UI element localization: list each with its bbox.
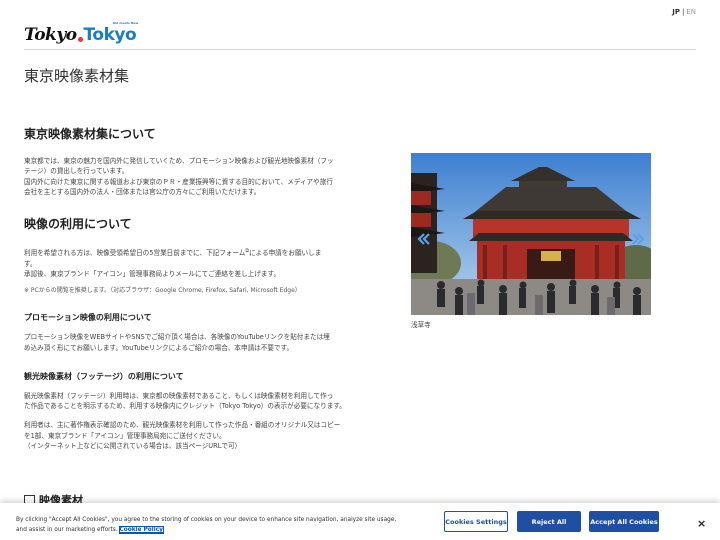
- slide-prev-icon[interactable]: [416, 232, 430, 246]
- usage-text: 利用を希望される方は、映像受領希望日の5営業日前までに、下記フォーム⧉による申請…: [24, 248, 322, 278]
- site-header: Tokyo Tokyo Old meets New JP | EN: [24, 0, 696, 50]
- logo-word-2-text: Tokyo: [83, 25, 137, 45]
- tokyo-tokyo-logo[interactable]: Tokyo Tokyo Old meets New: [24, 22, 139, 45]
- language-switcher: JP | EN: [672, 8, 696, 16]
- logo-tagline: Old meets New: [112, 21, 139, 25]
- browser-note: ※ PCからの閲覧を推奨します。（対応ブラウザ：Google Chrome, F…: [24, 287, 301, 295]
- footage-text-1: 観光映像素材（フッテージ）利用時は、東京都の映像素材であること、もしくは映像素材…: [24, 391, 346, 411]
- logo-dot: [77, 37, 83, 42]
- cookie-settings-button[interactable]: Cookies Settings: [444, 511, 508, 532]
- logo-word-2: Tokyo Old meets New: [83, 22, 139, 45]
- lang-jp-link[interactable]: JP: [672, 8, 680, 16]
- promo-heading: プロモーション映像の利用について: [24, 313, 152, 323]
- close-icon[interactable]: ×: [697, 517, 706, 530]
- reject-all-button[interactable]: Reject All: [517, 511, 581, 532]
- cookie-banner: By clicking "Accept All Cookies", you ag…: [0, 503, 720, 540]
- about-text: 東京都では、東京の魅力を国内外に発信していくため、プロモーション映像および観光地…: [24, 157, 334, 196]
- promo-text: プロモーション映像をWEBサイトやSNSでご紹介頂く場合は、各映像のYouTub…: [24, 333, 330, 352]
- footage-text-2: 利用者は、主に著作権表示確認のため、観光映像素材を利用して作った作品・番組のオリ…: [24, 421, 341, 451]
- lang-en-link[interactable]: EN: [686, 8, 696, 16]
- lang-separator: |: [681, 8, 685, 16]
- sensoji-photo: [411, 153, 651, 315]
- usage-heading: 映像の利用について: [24, 217, 132, 232]
- temple-illustration: [411, 153, 651, 315]
- main-content: 東京映像素材集について 東京都では、東京の魅力を国内外に発信していくため、プロモ…: [24, 125, 356, 451]
- photo-caption: 浅草寺: [411, 321, 431, 329]
- footage-heading: 観光映像素材（フッテージ）の利用について: [24, 371, 184, 381]
- page-title: 東京映像素材集: [24, 67, 130, 85]
- accept-all-cookies-button[interactable]: Accept All Cookies: [589, 511, 659, 532]
- logo-word-1: Tokyo: [24, 25, 77, 45]
- about-heading: 東京映像素材集について: [24, 127, 156, 141]
- cookie-message: By clicking "Accept All Cookies", you ag…: [16, 517, 397, 534]
- slide-next-icon[interactable]: [632, 232, 646, 246]
- cookie-policy-link[interactable]: Cookie Policy: [118, 526, 164, 534]
